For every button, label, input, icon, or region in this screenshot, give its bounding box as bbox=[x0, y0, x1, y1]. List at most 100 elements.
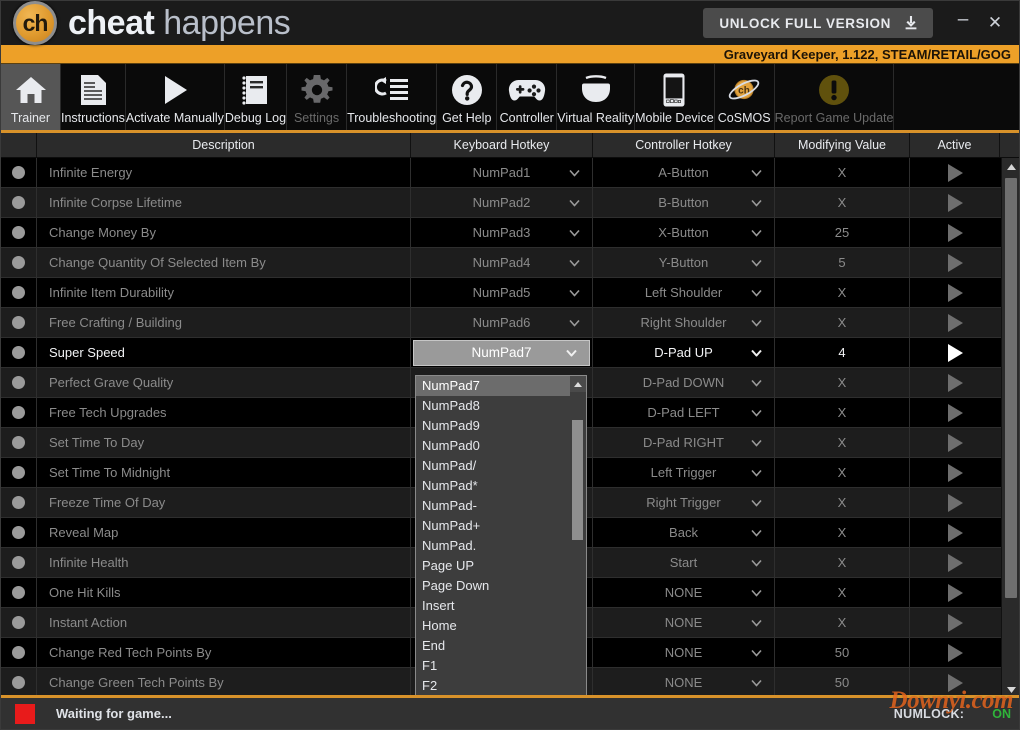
controller-hotkey-select[interactable]: Left Shoulder bbox=[593, 278, 774, 307]
cell-active[interactable] bbox=[910, 248, 1000, 277]
activate-toggle-icon[interactable] bbox=[947, 613, 963, 632]
toolbar-item-instructions[interactable]: Instructions bbox=[61, 64, 126, 130]
table-row[interactable]: Super Speed NumPad7 D-Pad UP 4 bbox=[1, 338, 1019, 368]
minimize-button[interactable]: – bbox=[947, 5, 979, 41]
cell-active[interactable] bbox=[910, 338, 1000, 367]
table-row[interactable]: Infinite Corpse Lifetime NumPad2 B-Button X bbox=[1, 188, 1019, 218]
activate-toggle-icon[interactable] bbox=[947, 283, 963, 302]
controller-hotkey-select[interactable]: Left Trigger bbox=[593, 458, 774, 487]
activate-toggle-icon[interactable] bbox=[947, 523, 963, 542]
controller-hotkey-select[interactable]: D-Pad RIGHT bbox=[593, 428, 774, 457]
dropdown-scrollbar-thumb[interactable] bbox=[572, 420, 583, 540]
cell-controller-hotkey[interactable]: NONE bbox=[593, 578, 775, 607]
cell-active[interactable] bbox=[910, 638, 1000, 667]
activate-toggle-icon[interactable] bbox=[947, 463, 963, 482]
cell-active[interactable] bbox=[910, 668, 1000, 697]
dropdown-option[interactable]: NumPad0 bbox=[416, 436, 570, 456]
keyboard-hotkey-select[interactable]: NumPad6 bbox=[411, 308, 592, 337]
cell-modifying-value[interactable]: X bbox=[775, 458, 910, 487]
cell-controller-hotkey[interactable]: Start bbox=[593, 548, 775, 577]
table-row[interactable]: Infinite Item Durability NumPad5 Left Shou… bbox=[1, 278, 1019, 308]
cell-active[interactable] bbox=[910, 518, 1000, 547]
controller-hotkey-select[interactable]: B-Button bbox=[593, 188, 774, 217]
cell-controller-hotkey[interactable]: Left Trigger bbox=[593, 458, 775, 487]
controller-hotkey-select[interactable]: Right Trigger bbox=[593, 488, 774, 517]
controller-hotkey-select[interactable]: Right Shoulder bbox=[593, 308, 774, 337]
controller-hotkey-select[interactable]: D-Pad UP bbox=[593, 338, 774, 367]
keyboard-hotkey-select[interactable]: NumPad2 bbox=[411, 188, 592, 217]
cell-modifying-value[interactable]: X bbox=[775, 518, 910, 547]
table-row[interactable]: Infinite Energy NumPad1 A-Button X bbox=[1, 158, 1019, 188]
activate-toggle-icon[interactable] bbox=[947, 673, 963, 692]
cell-controller-hotkey[interactable]: NONE bbox=[593, 668, 775, 697]
dropdown-option[interactable]: NumPad8 bbox=[416, 396, 570, 416]
cell-controller-hotkey[interactable]: Right Trigger bbox=[593, 488, 775, 517]
controller-hotkey-select[interactable]: NONE bbox=[593, 668, 774, 697]
dropdown-option[interactable]: NumPad* bbox=[416, 476, 570, 496]
cell-active[interactable] bbox=[910, 398, 1000, 427]
cell-active[interactable] bbox=[910, 158, 1000, 187]
cell-controller-hotkey[interactable]: Back bbox=[593, 518, 775, 547]
cell-active[interactable] bbox=[910, 278, 1000, 307]
cell-active[interactable] bbox=[910, 548, 1000, 577]
keyboard-hotkey-select[interactable]: NumPad1 bbox=[411, 158, 592, 187]
cell-controller-hotkey[interactable]: B-Button bbox=[593, 188, 775, 217]
activate-toggle-icon[interactable] bbox=[947, 643, 963, 662]
cell-active[interactable] bbox=[910, 578, 1000, 607]
controller-hotkey-select[interactable]: Start bbox=[593, 548, 774, 577]
cell-controller-hotkey[interactable]: D-Pad DOWN bbox=[593, 368, 775, 397]
dropdown-option[interactable]: Page UP bbox=[416, 556, 570, 576]
cell-keyboard-hotkey[interactable]: NumPad7 bbox=[411, 338, 593, 367]
cell-controller-hotkey[interactable]: D-Pad LEFT bbox=[593, 398, 775, 427]
controller-hotkey-select[interactable]: NONE bbox=[593, 638, 774, 667]
cell-modifying-value[interactable]: 25 bbox=[775, 218, 910, 247]
cell-active[interactable] bbox=[910, 608, 1000, 637]
activate-toggle-icon[interactable] bbox=[947, 313, 963, 332]
dropdown-option-list[interactable]: NumPad7 NumPad8 NumPad9 NumPad0 NumPad/NumPa… bbox=[416, 376, 570, 729]
cell-modifying-value[interactable]: X bbox=[775, 308, 910, 337]
controller-hotkey-select[interactable]: X-Button bbox=[593, 218, 774, 247]
dropdown-scrollbar[interactable] bbox=[570, 376, 586, 729]
activate-toggle-icon[interactable] bbox=[947, 373, 963, 392]
unlock-full-version-button[interactable]: UNLOCK FULL VERSION bbox=[703, 8, 933, 38]
cell-keyboard-hotkey[interactable]: NumPad3 bbox=[411, 218, 593, 247]
table-row[interactable]: Free Crafting / Building NumPad6 Right Sho… bbox=[1, 308, 1019, 338]
dropdown-option[interactable]: NumPad9 bbox=[416, 416, 570, 436]
activate-toggle-icon[interactable] bbox=[947, 343, 963, 362]
cell-controller-hotkey[interactable]: NONE bbox=[593, 638, 775, 667]
scrollbar-thumb[interactable] bbox=[1005, 178, 1017, 598]
controller-hotkey-select[interactable]: D-Pad LEFT bbox=[593, 398, 774, 427]
cell-controller-hotkey[interactable]: Y-Button bbox=[593, 248, 775, 277]
dropdown-option[interactable]: NumPad+ bbox=[416, 516, 570, 536]
dropdown-option[interactable]: Insert bbox=[416, 596, 570, 616]
activate-toggle-icon[interactable] bbox=[947, 403, 963, 422]
keyboard-hotkey-select[interactable]: NumPad3 bbox=[411, 218, 592, 247]
toolbar-item-mobile-device[interactable]: Mobile Device bbox=[635, 64, 715, 130]
keyboard-hotkey-dropdown[interactable]: NumPad7 NumPad8 NumPad9 NumPad0 NumPad/NumPa… bbox=[415, 375, 587, 729]
activate-toggle-icon[interactable] bbox=[947, 193, 963, 212]
cell-modifying-value[interactable]: X bbox=[775, 428, 910, 457]
table-scrollbar[interactable] bbox=[1001, 158, 1019, 698]
cell-controller-hotkey[interactable]: D-Pad RIGHT bbox=[593, 428, 775, 457]
dropdown-option[interactable]: NumPad/ bbox=[416, 456, 570, 476]
dropdown-option[interactable]: NumPad- bbox=[416, 496, 570, 516]
dropdown-option[interactable]: F1 bbox=[416, 656, 570, 676]
controller-hotkey-select[interactable]: D-Pad DOWN bbox=[593, 368, 774, 397]
toolbar-item-virtual-reality[interactable]: Virtual Reality bbox=[557, 64, 636, 130]
keyboard-hotkey-select[interactable]: NumPad7 bbox=[413, 339, 590, 366]
toolbar-item-trainer[interactable]: Trainer bbox=[1, 64, 61, 130]
cell-keyboard-hotkey[interactable]: NumPad4 bbox=[411, 248, 593, 277]
dropdown-option[interactable]: NumPad7 bbox=[416, 376, 570, 396]
cell-active[interactable] bbox=[910, 218, 1000, 247]
cell-keyboard-hotkey[interactable]: NumPad6 bbox=[411, 308, 593, 337]
cell-controller-hotkey[interactable]: Right Shoulder bbox=[593, 308, 775, 337]
keyboard-hotkey-select[interactable]: NumPad5 bbox=[411, 278, 592, 307]
activate-toggle-icon[interactable] bbox=[947, 223, 963, 242]
activate-toggle-icon[interactable] bbox=[947, 253, 963, 272]
toolbar-item-controller[interactable]: Controller bbox=[497, 64, 558, 130]
toolbar-item-debug-log[interactable]: Debug Log bbox=[225, 64, 288, 130]
dropdown-option[interactable]: NumPad. bbox=[416, 536, 570, 556]
toolbar-item-troubleshooting[interactable]: Troubleshooting bbox=[347, 64, 438, 130]
cell-active[interactable] bbox=[910, 188, 1000, 217]
cell-modifying-value[interactable]: X bbox=[775, 278, 910, 307]
